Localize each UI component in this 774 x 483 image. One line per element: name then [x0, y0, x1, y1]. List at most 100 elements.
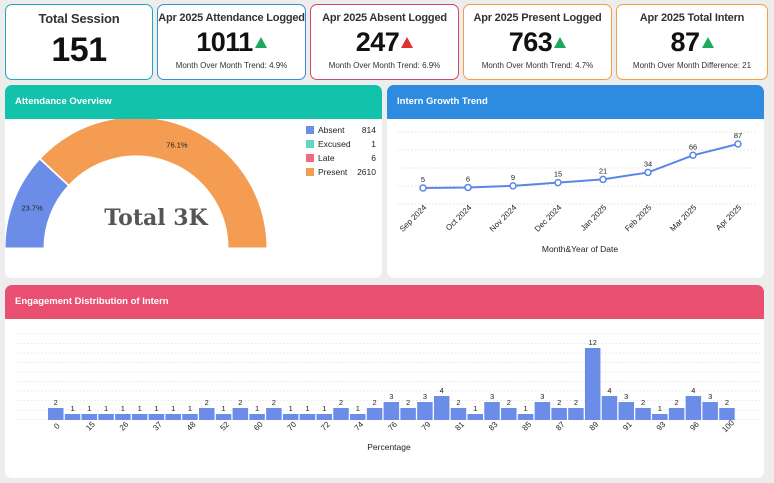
legend-item-present[interactable]: Present 2610 [306, 167, 376, 179]
legend-count: 2610 [357, 167, 376, 177]
bar-value-label: 1 [322, 404, 326, 413]
bar [601, 396, 618, 420]
bar-value-label: 1 [154, 404, 158, 413]
legend-count: 814 [361, 125, 376, 135]
kpi-trend-text: Month Over Month Trend: 4.7% [481, 61, 594, 70]
x-tick-label: Oct 2024 [444, 203, 474, 233]
data-label: 5 [421, 175, 425, 184]
x-tick-label: 93 [655, 420, 668, 433]
bar-value-label: 3 [389, 392, 393, 401]
kpi-value: 763 [464, 28, 611, 56]
bar-value-label: 2 [406, 398, 410, 407]
bar-value-label: 2 [574, 398, 578, 407]
x-tick-label: 52 [218, 420, 231, 433]
kpi-total-session: Total Session 151 [5, 4, 153, 80]
x-tick-label: Feb 2025 [623, 203, 654, 234]
kpi-number: 247 [355, 27, 400, 57]
trend-up-icon [401, 37, 414, 48]
legend-label: Excused [318, 139, 351, 149]
bar-value-label: 1 [356, 404, 360, 413]
data-label: 6 [466, 174, 470, 183]
donut-legend: Absent 814 Excused 1 Late 6 Present 2610 [306, 125, 376, 185]
legend-item-absent[interactable]: Absent 814 [306, 125, 376, 137]
x-tick-label: 15 [84, 420, 97, 433]
bar-value-label: 4 [607, 386, 611, 395]
bar [48, 408, 64, 420]
bar-value-label: 4 [691, 386, 695, 395]
kpi-present: Apr 2025 Present Logged 763 Month Over M… [463, 4, 612, 80]
bar-value-label: 2 [725, 398, 729, 407]
line-point [554, 178, 562, 187]
bar-value-label: 2 [507, 398, 511, 407]
legend-count: 6 [371, 153, 376, 163]
panel-header: Engagement Distribution of Intern [5, 285, 764, 319]
bar [400, 408, 416, 420]
bar [551, 408, 567, 420]
bar [417, 402, 433, 420]
bar-value-label: 12 [589, 338, 597, 347]
data-label: 87 [734, 131, 742, 140]
bar-value-label: 1 [473, 404, 477, 413]
kpi-attendance: Apr 2025 Attendance Logged 1011 Month Ov… [157, 4, 306, 80]
bar-value-label: 1 [305, 404, 309, 413]
bar [316, 414, 332, 420]
x-axis-title: Month&Year of Date [542, 244, 619, 254]
x-tick-label: 79 [420, 420, 433, 433]
x-tick-label: Sep 2024 [398, 203, 429, 234]
bar-value-label: 2 [272, 398, 276, 407]
x-tick-label: Dec 2024 [533, 203, 564, 234]
bar-value-label: 1 [255, 404, 259, 413]
x-tick-label: 89 [588, 420, 601, 433]
bar [199, 408, 215, 420]
kpi-absent: Apr 2025 Absent Logged 247 Month Over Mo… [310, 4, 459, 80]
data-label: 15 [554, 170, 562, 179]
kpi-trend-text: Month Over Month Trend: 6.9% [328, 61, 441, 70]
x-tick-label: 76 [386, 420, 399, 433]
legend-item-excused[interactable]: Excused 1 [306, 139, 376, 151]
bar-value-label: 3 [490, 392, 494, 401]
line-point [509, 182, 517, 190]
bar [484, 402, 500, 420]
bar [131, 414, 148, 420]
donut-slice-label: 23.7% [22, 203, 44, 212]
bar [467, 414, 483, 420]
bar [652, 414, 668, 420]
legend-item-late[interactable]: Late 6 [306, 153, 376, 165]
legend-label: Late [318, 153, 335, 163]
bar [350, 414, 366, 420]
bar [450, 408, 467, 420]
legend-swatch [306, 140, 314, 148]
bar-value-label: 1 [171, 404, 175, 413]
line-point [419, 184, 427, 192]
bar-value-label: 2 [238, 398, 242, 407]
bar-value-label: 1 [121, 404, 125, 413]
legend-label: Absent [318, 125, 345, 135]
line-point [464, 183, 472, 192]
x-tick-label: Jan 2025 [579, 203, 609, 233]
donut-slice-label: 76.1% [166, 140, 188, 149]
bar-value-label: 1 [70, 404, 74, 413]
kpi-trend-text: Month Over Month Trend: 4.9% [175, 61, 288, 70]
kpi-value: 87 [617, 28, 767, 56]
bar [165, 414, 181, 420]
bar-value-label: 2 [372, 398, 376, 407]
data-label: 9 [511, 173, 515, 182]
bar [584, 348, 601, 420]
bar-value-label: 1 [658, 404, 662, 413]
bar-value-label: 1 [104, 404, 108, 413]
kpi-title: Total Session [38, 11, 120, 26]
bar [433, 396, 450, 420]
line-point [734, 140, 742, 148]
x-tick-label: 91 [621, 420, 634, 433]
bar-value-label: 2 [641, 398, 645, 407]
bar [719, 408, 735, 420]
bar-value-label: 3 [624, 392, 628, 401]
bar [517, 414, 534, 420]
bar [568, 408, 584, 420]
panel-header: Attendance Overview [5, 85, 382, 119]
x-tick-label: Apr 2025 [714, 203, 744, 233]
bar [534, 402, 551, 420]
bar [232, 408, 249, 420]
bar [668, 408, 685, 420]
bar-value-label: 3 [423, 392, 427, 401]
